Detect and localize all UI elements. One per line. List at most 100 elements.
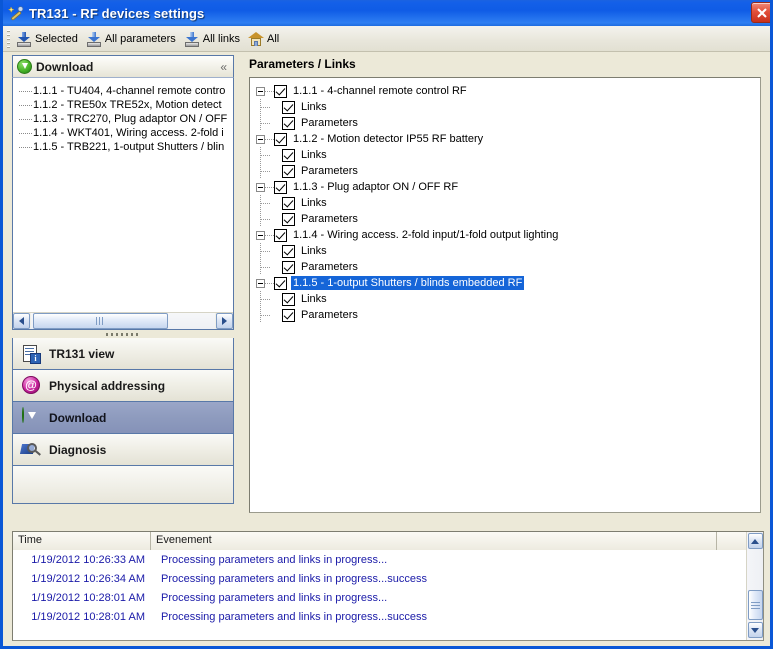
parameters-links-tree[interactable]: 1.1.1 - 4-channel remote control RF Link… [249,77,761,513]
device-list[interactable]: 1.1.1 - TU404, 4-channel remote contro 1… [13,78,233,329]
tree-checkbox[interactable] [274,276,287,290]
log-message: Processing parameters and links in progr… [161,591,388,604]
tree-row-device[interactable]: 1.1.4 - Wiring access. 2-fold input/1-fo… [250,227,760,243]
tree-checkbox[interactable] [282,212,295,226]
tree-checkbox[interactable] [282,196,295,210]
scroll-down-icon[interactable] [747,622,763,638]
tree-label: Parameters [301,213,358,225]
expander-minus-icon[interactable] [256,230,265,240]
tree-connector-icon [261,243,270,259]
expander-minus-icon[interactable] [256,278,265,288]
list-item[interactable]: 1.1.3 - TRC270, Plug adaptor ON / OFF [13,112,233,126]
log-column-header-time[interactable]: Time [13,532,151,550]
log-column-header-evenement[interactable]: Evenement [151,532,717,550]
list-item[interactable]: 1.1.1 - TU404, 4-channel remote contro [13,84,233,98]
sidebar-item-diagnosis[interactable]: Diagnosis [12,434,234,466]
collapse-chevron-icon[interactable]: « [218,61,229,73]
tree-row-device[interactable]: 1.1.2 - Motion detector IP55 RF battery [250,131,760,147]
tree-label: Parameters [301,165,358,177]
tree-checkbox[interactable] [274,132,287,146]
scroll-right-icon[interactable] [216,313,233,329]
tree-label: Links [301,101,327,113]
toolbar-button-all[interactable]: All [246,28,285,50]
device-label: 1.1.2 - TRE50x TRE52x, Motion detect [33,99,222,111]
tree-row-links[interactable]: Links [250,291,760,307]
log-vertical-scrollbar[interactable] [746,532,763,640]
toolbar-label-selected: Selected [35,32,78,45]
toolbar-button-all-links[interactable]: All links [182,28,246,50]
sidebar-item-tr131-view[interactable]: i TR131 view [12,338,234,370]
sidebar-item-label: Download [49,410,107,425]
download-parameters-icon [86,31,102,47]
expander-minus-icon[interactable] [256,86,265,96]
sidebar-splitter[interactable] [12,330,234,338]
toolbar: Selected All parameters All links All [3,26,770,52]
window-title: TR131 - RF devices settings [29,5,205,21]
tree-checkbox[interactable] [274,228,287,242]
log-message: Processing parameters and links in progr… [161,572,427,585]
tree-connector-icon [261,99,270,115]
scroll-up-icon[interactable] [747,533,763,549]
tree-checkbox[interactable] [282,116,295,130]
table-row[interactable]: 1/19/2012 10:26:33 AM Processing paramet… [13,550,763,569]
tree-row-parameters[interactable]: Parameters [250,259,760,275]
tree-row-parameters[interactable]: Parameters [250,211,760,227]
tree-row-device[interactable]: 1.1.1 - 4-channel remote control RF [250,83,760,99]
device-label: 1.1.5 - TRB221, 1-output Shutters / blin [33,141,225,153]
sidebar-item-download[interactable]: Download [12,402,234,434]
download-links-icon [184,31,200,47]
log-time: 1/19/2012 10:26:34 AM [31,572,145,585]
tree-checkbox[interactable] [282,308,295,322]
tree-checkbox[interactable] [282,244,295,258]
tree-row-links[interactable]: Links [250,99,760,115]
tree-label: Links [301,149,327,161]
tree-label: Parameters [301,117,358,129]
tree-row-device-selected[interactable]: 1.1.5 - 1-output Shutters / blinds embed… [250,275,760,291]
tree-connector-icon [261,195,270,211]
tree-row-links[interactable]: Links [250,243,760,259]
tree-checkbox[interactable] [282,100,295,114]
toolbar-button-all-parameters[interactable]: All parameters [84,28,182,50]
tree-checkbox[interactable] [282,164,295,178]
sidebar-group-header-download[interactable]: Download « [12,55,234,78]
tree-connector-icon [265,131,274,147]
tree-row-parameters[interactable]: Parameters [250,307,760,323]
tree-row-links[interactable]: Links [250,147,760,163]
tree-checkbox[interactable] [282,260,295,274]
tree-row-links[interactable]: Links [250,195,760,211]
list-item[interactable]: 1.1.4 - WKT401, Wiring access. 2-fold i [13,126,233,140]
download-green-icon-wrap [21,406,41,428]
sidebar-item-label: Diagnosis [49,442,107,457]
tree-label: 1.1.2 - Motion detector IP55 RF battery [293,133,484,145]
tree-row-parameters[interactable]: Parameters [250,163,760,179]
tree-row-parameters[interactable]: Parameters [250,115,760,131]
toolbar-button-selected[interactable]: Selected [14,28,84,50]
title-bar[interactable]: TR131 - RF devices settings [3,0,770,26]
tree-checkbox[interactable] [282,292,295,306]
list-item[interactable]: 1.1.5 - TRB221, 1-output Shutters / blin [13,140,233,154]
scroll-left-icon[interactable] [13,313,30,329]
table-row[interactable]: 1/19/2012 10:28:01 AM Processing paramet… [13,588,763,607]
list-item[interactable]: 1.1.2 - TRE50x TRE52x, Motion detect [13,98,233,112]
scroll-thumb[interactable] [33,313,168,329]
tree-checkbox[interactable] [274,180,287,194]
expander-minus-icon[interactable] [256,134,265,144]
splitter-grip-icon [106,332,140,336]
tree-row-device[interactable]: 1.1.3 - Plug adaptor ON / OFF RF [250,179,760,195]
sidebar-item-physical-addressing[interactable]: @ Physical addressing [12,370,234,402]
scroll-thumb[interactable] [747,590,763,620]
tree-connector-icon [261,307,270,323]
tree-connector-icon [19,140,33,154]
tree-checkbox[interactable] [274,84,287,98]
toolbar-label-all: All [267,32,280,45]
device-list-horizontal-scrollbar[interactable] [13,312,233,329]
tree-connector-icon [261,259,270,275]
toolbar-grip[interactable] [7,29,10,48]
tree-checkbox[interactable] [282,148,295,162]
log-time: 1/19/2012 10:28:01 AM [31,610,145,623]
table-row[interactable]: 1/19/2012 10:26:34 AM Processing paramet… [13,569,763,588]
table-row[interactable]: 1/19/2012 10:28:01 AM Processing paramet… [13,607,763,626]
scroll-track[interactable] [31,313,215,329]
expander-minus-icon[interactable] [256,182,265,192]
close-icon[interactable] [751,2,770,23]
